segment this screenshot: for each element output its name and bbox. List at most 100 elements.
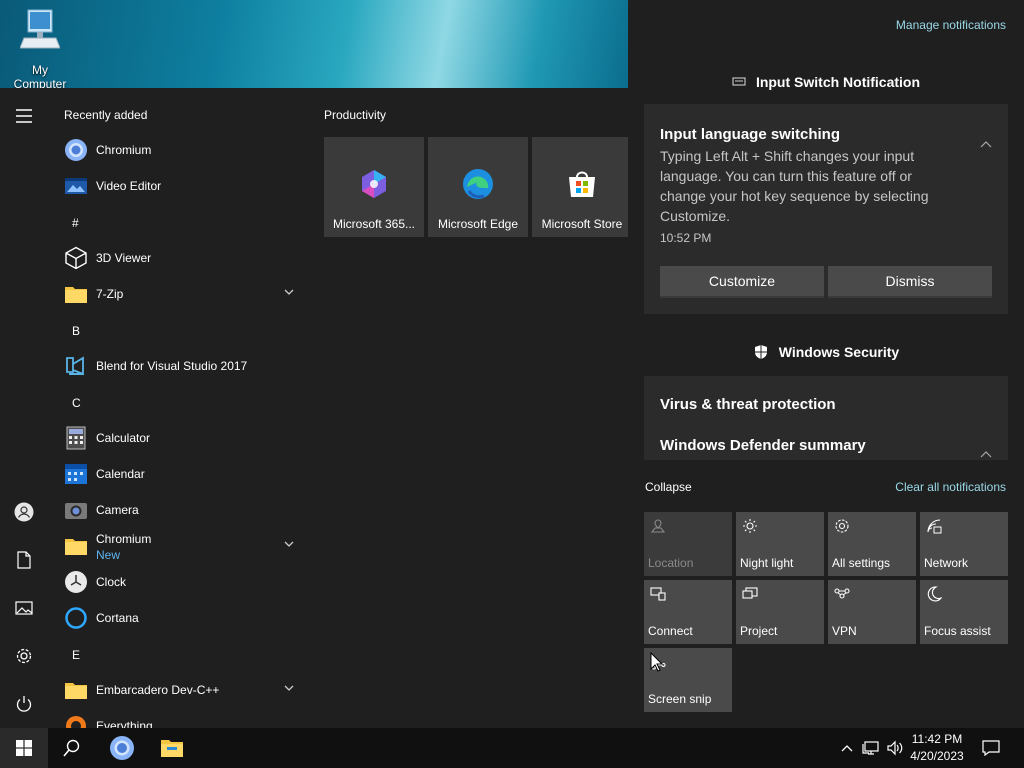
quick-action-label: All settings bbox=[832, 556, 891, 570]
app-name: Camera bbox=[96, 503, 139, 517]
recently-added-header: Recently added bbox=[64, 108, 148, 122]
windows-security-group-header: Windows Security bbox=[628, 344, 1024, 360]
start-rail bbox=[0, 88, 48, 728]
collapse-link[interactable]: Collapse bbox=[645, 480, 692, 494]
power-button[interactable] bbox=[12, 692, 36, 716]
power-icon bbox=[16, 696, 32, 712]
settings-button[interactable] bbox=[12, 644, 36, 668]
quick-action-label: Screen snip bbox=[648, 692, 712, 706]
blend-icon bbox=[66, 356, 84, 376]
windows-security-group-title: Windows Security bbox=[778, 344, 900, 360]
clock-time: 11:42 PM bbox=[911, 732, 963, 746]
folder-icon bbox=[65, 683, 87, 699]
tile-group-title[interactable]: Productivity bbox=[324, 108, 386, 122]
security-line-1: Virus & threat protection bbox=[660, 396, 836, 413]
quick-action-project[interactable]: Project bbox=[736, 580, 824, 644]
quick-action-connect[interactable]: Connect bbox=[644, 580, 732, 644]
edge-icon bbox=[463, 169, 493, 199]
night-light-icon bbox=[743, 519, 757, 533]
app-folder-chromium[interactable]: Chromium New bbox=[64, 528, 304, 564]
tile-microsoft-edge[interactable]: Microsoft Edge bbox=[428, 137, 528, 237]
notification-time: 10:52 PM bbox=[660, 231, 712, 245]
app-item-everything[interactable]: Everything bbox=[64, 708, 304, 728]
pictures-button[interactable] bbox=[12, 596, 36, 620]
tile-microsoft-store[interactable]: Microsoft Store bbox=[532, 137, 632, 237]
video-editor-icon bbox=[65, 178, 87, 194]
folder-icon bbox=[65, 539, 87, 555]
clear-all-notifications-link[interactable]: Clear all notifications bbox=[895, 480, 1006, 494]
app-name: Blend for Visual Studio 2017 bbox=[96, 359, 248, 373]
app-name: Chromium bbox=[96, 143, 152, 157]
app-name: Everything bbox=[96, 719, 153, 728]
notification-body: Typing Left Alt + Shift changes your inp… bbox=[660, 148, 929, 224]
quick-action-night-light[interactable]: Night light bbox=[736, 512, 824, 576]
desktop-icon-label: My Computer bbox=[13, 63, 67, 91]
app-item-clock[interactable]: Clock bbox=[64, 564, 304, 600]
app-item-camera[interactable]: Camera bbox=[64, 492, 304, 528]
user-avatar-icon bbox=[14, 502, 34, 522]
customize-button[interactable]: Customize bbox=[660, 266, 824, 298]
network-tray-button[interactable] bbox=[860, 728, 882, 768]
section-letter[interactable]: B bbox=[72, 324, 80, 338]
notification-title: Input language switching bbox=[660, 126, 840, 143]
tile-microsoft-365[interactable]: Microsoft 365... bbox=[324, 137, 424, 237]
app-name: 3D Viewer bbox=[96, 251, 152, 265]
app-item-3d-viewer[interactable]: 3D Viewer bbox=[64, 240, 304, 276]
app-item-calculator[interactable]: Calculator bbox=[64, 420, 304, 456]
everything-icon bbox=[66, 716, 86, 728]
app-folder-embarcadero[interactable]: Embarcadero Dev-C++ bbox=[64, 672, 304, 708]
show-hidden-icons-button[interactable] bbox=[838, 728, 856, 768]
mouse-cursor-icon bbox=[650, 652, 664, 672]
chevron-up-icon[interactable] bbox=[980, 140, 992, 148]
start-menu: Recently added Chromium Video Editor # 3… bbox=[0, 88, 632, 728]
chromium-icon bbox=[110, 736, 134, 760]
chevron-up-icon[interactable] bbox=[980, 450, 992, 458]
dismiss-button[interactable]: Dismiss bbox=[828, 266, 992, 298]
search-button[interactable] bbox=[48, 728, 96, 768]
shield-icon bbox=[754, 345, 767, 359]
project-icon bbox=[742, 587, 758, 599]
network-icon bbox=[927, 519, 942, 534]
quick-action-network[interactable]: Network bbox=[920, 512, 1008, 576]
app-item-calendar[interactable]: Calendar bbox=[64, 456, 304, 492]
quick-action-label: Night light bbox=[740, 556, 794, 570]
taskbar-chromium[interactable] bbox=[98, 728, 146, 768]
location-icon bbox=[650, 519, 666, 533]
hamburger-menu-button[interactable] bbox=[12, 104, 36, 128]
folder-icon bbox=[65, 287, 87, 303]
notification-windows-security[interactable]: Virus & threat protection Windows Defend… bbox=[644, 376, 1008, 460]
security-line-2: Windows Defender summary bbox=[660, 437, 866, 454]
section-letter[interactable]: # bbox=[72, 216, 79, 230]
action-center-button[interactable] bbox=[976, 728, 1006, 768]
input-switch-group-header: Input Switch Notification bbox=[628, 74, 1024, 90]
taskbar-file-explorer[interactable] bbox=[148, 728, 196, 768]
quick-action-all-settings[interactable]: All settings bbox=[828, 512, 916, 576]
documents-button[interactable] bbox=[12, 548, 36, 572]
section-letter[interactable]: C bbox=[72, 396, 81, 410]
taskbar: 11:42 PM 4/20/2023 bbox=[0, 728, 1024, 768]
chevron-up-icon bbox=[841, 745, 853, 752]
app-item-cortana[interactable]: Cortana bbox=[64, 600, 304, 636]
m365-icon bbox=[362, 170, 386, 198]
app-item-blend[interactable]: Blend for Visual Studio 2017 bbox=[64, 348, 304, 384]
app-name: Clock bbox=[96, 575, 127, 589]
quick-action-focus-assist[interactable]: Focus assist bbox=[920, 580, 1008, 644]
tile-label: Microsoft Edge bbox=[437, 217, 519, 231]
quick-action-label: Location bbox=[648, 556, 694, 570]
account-button[interactable] bbox=[12, 500, 36, 524]
gear-icon bbox=[16, 648, 32, 664]
quick-action-label: VPN bbox=[832, 624, 857, 638]
quick-action-location[interactable]: Location bbox=[644, 512, 732, 576]
search-icon bbox=[63, 739, 80, 757]
section-letter[interactable]: E bbox=[72, 648, 80, 662]
start-button[interactable] bbox=[0, 728, 48, 768]
taskbar-clock[interactable]: 11:42 PM 4/20/2023 bbox=[902, 731, 972, 765]
manage-notifications-link[interactable]: Manage notifications bbox=[896, 18, 1006, 32]
app-folder-7-zip[interactable]: 7-Zip bbox=[64, 276, 304, 312]
action-center: Manage notifications Input Switch Notifi… bbox=[628, 0, 1024, 728]
app-item-chromium[interactable]: Chromium bbox=[64, 132, 304, 168]
app-item-video-editor[interactable]: Video Editor bbox=[64, 168, 304, 204]
desktop-icon-my-computer[interactable]: My Computer bbox=[4, 8, 76, 91]
vpn-icon bbox=[834, 588, 850, 599]
quick-action-vpn[interactable]: VPN bbox=[828, 580, 916, 644]
